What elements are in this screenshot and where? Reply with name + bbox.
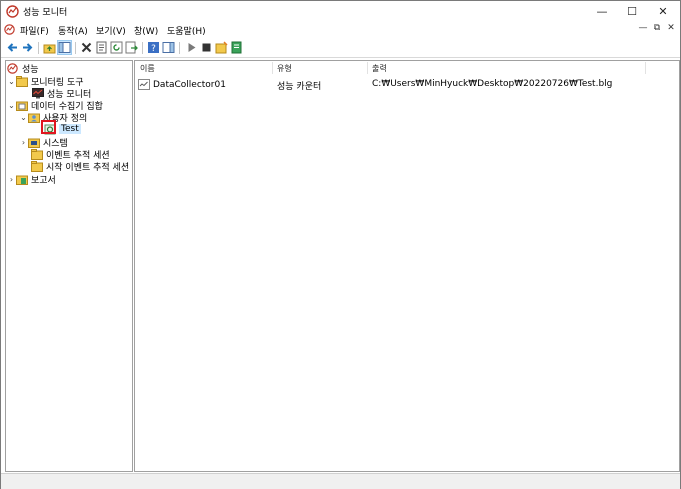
column-header-name[interactable]: 이름 xyxy=(140,61,155,75)
tree-item-label: 시작 이벤트 추적 세션 xyxy=(46,162,130,173)
menu-view[interactable]: 보기(V) xyxy=(96,24,126,37)
performance-monitor-app-icon xyxy=(6,5,19,21)
tree-item-label: 보고서 xyxy=(31,175,56,186)
column-header-type[interactable]: 유형 xyxy=(277,61,292,75)
mdi-restore-button[interactable]: ⧉ xyxy=(652,23,662,33)
help-icon[interactable]: ? xyxy=(147,41,160,54)
svg-text:?: ? xyxy=(151,44,156,54)
tree-item-data-collector-sets[interactable]: ⌄ 데이터 수집기 집합 xyxy=(7,99,103,112)
window-title: 성능 모니터 xyxy=(23,8,68,18)
new-data-collector-set-icon[interactable] xyxy=(215,41,228,54)
back-icon[interactable] xyxy=(6,41,19,54)
details-list-pane[interactable]: 이름 유형 출력 DataCollector01 성능 카운터 C:₩Users… xyxy=(134,60,680,472)
folder-icon xyxy=(31,160,43,172)
user-defined-folder-icon xyxy=(28,112,40,123)
menu-action[interactable]: 동작(A) xyxy=(58,24,88,37)
chevron-down-icon[interactable]: ⌄ xyxy=(19,113,28,122)
start-icon[interactable] xyxy=(185,41,198,54)
tree-item-startup-event-trace-sessions[interactable]: 시작 이벤트 추적 세션 xyxy=(31,160,130,173)
row-output: C:₩Users₩MinHyuck₩Desktop₩20220726₩Test.… xyxy=(372,79,613,89)
console-tree-pane[interactable]: 성능 ⌄ 모니터링 도구 성능 모니터 ⌄ 데이터 수집기 집합 ⌄ 사용자 정… xyxy=(5,60,133,472)
minimize-button[interactable]: — xyxy=(587,1,617,21)
menu-bar: 파일(F) 동작(A) 보기(V) 창(W) 도움말(H) — ⧉ ✕ xyxy=(1,21,680,39)
mdi-close-button[interactable]: ✕ xyxy=(666,23,676,33)
data-collector-icon xyxy=(138,79,150,90)
tree-item-performance[interactable]: 성능 xyxy=(7,62,39,75)
toolbar-separator xyxy=(142,42,143,54)
tree-item-monitoring-tools[interactable]: ⌄ 모니터링 도구 xyxy=(7,75,84,88)
properties-icon[interactable] xyxy=(95,41,108,54)
tree-item-event-trace-sessions[interactable]: 이벤트 추적 세션 xyxy=(31,148,110,161)
title-bar: 성능 모니터 — ☐ ✕ xyxy=(1,1,680,21)
chevron-down-icon[interactable]: ⌄ xyxy=(7,101,16,110)
mdi-minimize-button[interactable]: — xyxy=(638,23,648,33)
folder-icon xyxy=(31,148,43,160)
menu-help[interactable]: 도움말(H) xyxy=(167,24,206,37)
close-button[interactable]: ✕ xyxy=(648,1,678,21)
menu-window[interactable]: 창(W) xyxy=(134,24,158,37)
toolbar-separator xyxy=(75,42,76,54)
mdi-window-controls: — ⧉ ✕ xyxy=(638,23,676,33)
maximize-button[interactable]: ☐ xyxy=(617,1,647,21)
refresh-icon[interactable] xyxy=(110,41,123,54)
forward-icon[interactable] xyxy=(21,41,34,54)
column-header-output[interactable]: 출력 xyxy=(372,61,387,75)
chevron-right-icon[interactable]: › xyxy=(19,138,28,147)
tree-item-label: Test xyxy=(59,124,81,134)
tree-item-system[interactable]: › 시스템 xyxy=(19,136,68,149)
tree-item-label: 성능 xyxy=(22,64,39,75)
performance-monitor-window: 성능 모니터 — ☐ ✕ 파일(F) 동작(A) 보기(V) 창(W) 도움말(… xyxy=(0,0,681,489)
toolbar-separator xyxy=(179,42,180,54)
chevron-right-icon[interactable]: › xyxy=(7,175,16,184)
show-action-pane-icon[interactable] xyxy=(162,41,175,54)
stop-icon[interactable] xyxy=(200,41,213,54)
row-name-cell: DataCollector01 xyxy=(138,79,226,90)
row-name: DataCollector01 xyxy=(153,79,226,90)
status-bar xyxy=(1,473,680,489)
chevron-down-icon[interactable]: ⌄ xyxy=(7,77,16,86)
report-icon[interactable] xyxy=(230,41,243,54)
chart-monitor-icon xyxy=(32,87,44,99)
toolbar: ? xyxy=(1,39,680,58)
reports-folder-icon xyxy=(16,174,28,185)
column-divider[interactable] xyxy=(272,62,273,74)
performance-icon xyxy=(7,62,19,74)
highlight-annotation xyxy=(41,120,56,134)
toolbar-separator xyxy=(38,42,39,54)
column-divider[interactable] xyxy=(645,62,646,74)
tree-item-performance-monitor[interactable]: 성능 모니터 xyxy=(32,87,91,100)
folder-icon xyxy=(16,75,28,87)
data-collector-sets-icon xyxy=(16,100,28,111)
menu-file[interactable]: 파일(F) xyxy=(20,24,49,37)
show-hide-console-tree-icon[interactable] xyxy=(57,40,72,55)
system-folder-icon xyxy=(28,137,40,148)
up-folder-icon[interactable] xyxy=(43,41,56,54)
delete-icon[interactable] xyxy=(80,41,93,54)
row-type: 성능 카운터 xyxy=(277,82,322,92)
mdi-system-icon[interactable] xyxy=(4,24,15,38)
tree-item-reports[interactable]: › 보고서 xyxy=(7,173,56,186)
export-list-icon[interactable] xyxy=(125,41,138,54)
column-divider[interactable] xyxy=(367,62,368,74)
